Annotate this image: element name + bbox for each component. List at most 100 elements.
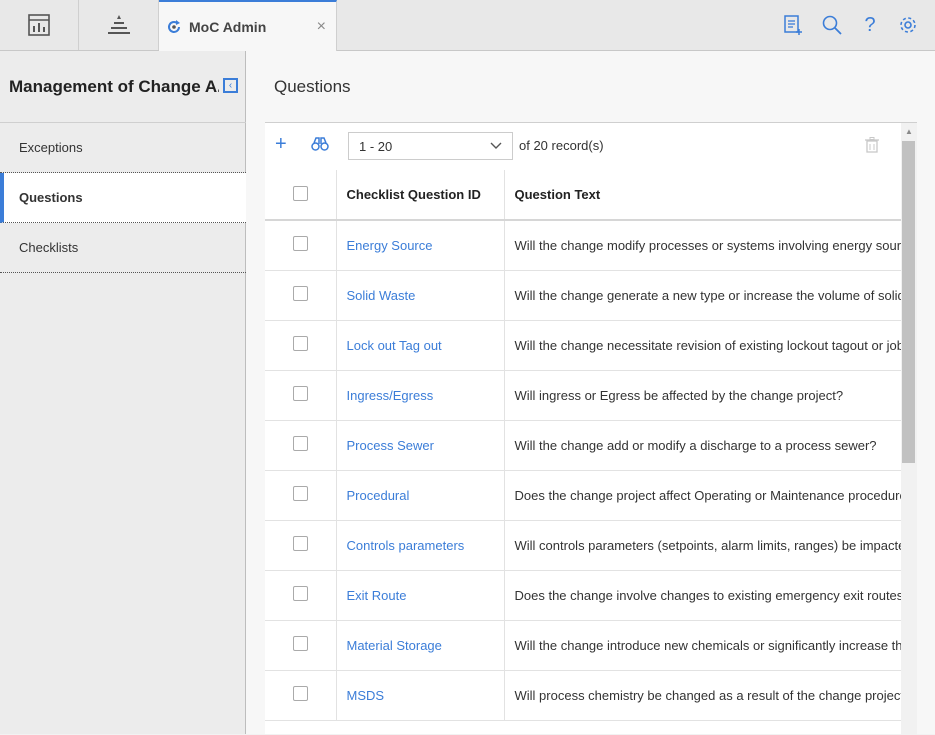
close-icon[interactable]: × <box>317 18 326 36</box>
questions-table: Checklist Question ID Question Text Ener… <box>265 170 901 721</box>
row-checkbox[interactable] <box>292 536 308 551</box>
refresh-icon <box>168 19 180 33</box>
question-id-link[interactable]: Process Sewer <box>347 438 434 453</box>
select-all-checkbox[interactable] <box>292 185 308 201</box>
question-text-cell: Will the change modify processes or syst… <box>504 220 901 271</box>
question-id-link[interactable]: Solid Waste <box>347 288 416 303</box>
table-row[interactable]: Exit Route Does the change involve change… <box>265 570 901 621</box>
table-row[interactable]: Controls parameters Will controls paramet… <box>265 520 901 571</box>
question-text-cell: Does the change project affect Operating… <box>504 470 901 521</box>
tab-moc-admin[interactable]: MoC Admin × <box>159 0 337 51</box>
row-select-cell <box>265 270 337 321</box>
vertical-scrollbar[interactable]: ▲ <box>901 123 917 735</box>
table-header-row: Checklist Question ID Question Text <box>265 170 901 221</box>
global-toolbar: ? <box>783 14 919 36</box>
select-all-cell <box>265 170 337 221</box>
column-header-question-id[interactable]: Checklist Question ID <box>336 170 505 221</box>
question-id-cell: Process Sewer <box>336 420 505 471</box>
nav-item-exceptions[interactable]: Exceptions <box>0 123 246 173</box>
dashboard-icon <box>28 14 50 36</box>
binoculars-icon[interactable] <box>311 136 329 152</box>
question-id-link[interactable]: Ingress/Egress <box>347 388 434 403</box>
trash-icon[interactable] <box>865 137 879 153</box>
question-text-cell: Will the change generate a new type or i… <box>504 270 901 321</box>
search-icon[interactable] <box>821 14 843 36</box>
main-content: Questions + 1 - 20 of 20 record(s) Check… <box>246 51 935 735</box>
nav-item-checklists[interactable]: Checklists <box>0 223 246 273</box>
hierarchy-button[interactable] <box>79 0 159 50</box>
column-header-question-text[interactable]: Question Text <box>504 170 901 221</box>
row-checkbox[interactable] <box>292 336 308 351</box>
question-text-cell: Will ingress or Egress be affected by th… <box>504 370 901 421</box>
question-id-cell: Energy Source <box>336 220 505 271</box>
question-id-link[interactable]: Exit Route <box>347 588 407 603</box>
row-select-cell <box>265 620 337 671</box>
question-id-cell: Exit Route <box>336 570 505 621</box>
question-id-cell: Lock out Tag out <box>336 320 505 371</box>
question-id-link[interactable]: MSDS <box>347 688 385 703</box>
table-row[interactable]: MSDS Will process chemistry be changed as… <box>265 670 901 721</box>
page-range-select[interactable]: 1 - 20 <box>348 132 513 160</box>
row-checkbox[interactable] <box>292 586 308 601</box>
row-select-cell <box>265 370 337 421</box>
question-text-cell: Does the change involve changes to exist… <box>504 570 901 621</box>
row-checkbox[interactable] <box>292 686 308 701</box>
row-checkbox[interactable] <box>292 486 308 501</box>
row-select-cell <box>265 520 337 571</box>
table-row[interactable]: Energy Source Will the change modify proc… <box>265 220 901 271</box>
table-row[interactable]: Ingress/Egress Will ingress or Egress be … <box>265 370 901 421</box>
question-id-link[interactable]: Energy Source <box>347 238 433 253</box>
question-id-link[interactable]: Controls parameters <box>347 538 465 553</box>
row-checkbox[interactable] <box>292 236 308 252</box>
left-panel: Management of Change A... ‹ Exceptions Q… <box>0 51 246 734</box>
question-id-cell: MSDS <box>336 670 505 721</box>
row-checkbox[interactable] <box>292 286 308 301</box>
top-bar: MoC Admin × ? <box>0 0 935 51</box>
question-id-cell: Controls parameters <box>336 520 505 571</box>
row-checkbox[interactable] <box>292 436 308 451</box>
row-checkbox[interactable] <box>292 636 308 651</box>
question-id-cell: Solid Waste <box>336 270 505 321</box>
table-row[interactable]: Lock out Tag out Will the change necessit… <box>265 320 901 371</box>
dashboard-button[interactable] <box>0 0 79 50</box>
question-id-link[interactable]: Procedural <box>347 488 410 503</box>
question-text-cell: Will controls parameters (setpoints, ala… <box>504 520 901 571</box>
notes-add-icon[interactable] <box>783 14 803 36</box>
question-id-link[interactable]: Material Storage <box>347 638 442 653</box>
chevron-down-icon <box>490 142 502 149</box>
questions-grid-panel: + 1 - 20 of 20 record(s) Checklist Quest… <box>265 122 917 735</box>
collapse-panel-icon[interactable]: ‹ <box>223 78 238 93</box>
question-text-cell: Will the change introduce new chemicals … <box>504 620 901 671</box>
question-id-cell: Material Storage <box>336 620 505 671</box>
question-id-cell: Ingress/Egress <box>336 370 505 421</box>
record-count: of 20 record(s) <box>519 138 604 153</box>
add-icon[interactable]: + <box>275 134 287 154</box>
question-id-cell: Procedural <box>336 470 505 521</box>
page-title: Questions <box>274 77 351 96</box>
table-row[interactable]: Material Storage Will the change introduc… <box>265 620 901 671</box>
table-row[interactable]: Process Sewer Will the change add or modi… <box>265 420 901 471</box>
tab-label: MoC Admin <box>189 18 267 35</box>
row-select-cell <box>265 570 337 621</box>
question-text-cell: Will the change add or modify a discharg… <box>504 420 901 471</box>
nav-item-questions[interactable]: Questions <box>0 173 246 223</box>
question-text-cell: Will the change necessitate revision of … <box>504 320 901 371</box>
row-select-cell <box>265 420 337 471</box>
question-text-cell: Will process chemistry be changed as a r… <box>504 670 901 721</box>
grid-toolbar: + 1 - 20 of 20 record(s) <box>265 123 901 170</box>
panel-title: Management of Change A... <box>9 77 219 96</box>
page-range-value: 1 - 20 <box>359 139 393 154</box>
gear-icon[interactable] <box>897 14 919 36</box>
row-select-cell <box>265 470 337 521</box>
row-checkbox[interactable] <box>292 386 308 401</box>
scroll-thumb[interactable] <box>902 141 915 463</box>
question-id-link[interactable]: Lock out Tag out <box>347 338 442 353</box>
hierarchy-icon <box>107 15 130 34</box>
row-select-cell <box>265 670 337 721</box>
row-select-cell <box>265 320 337 371</box>
scroll-up-arrow[interactable]: ▲ <box>905 127 913 136</box>
table-row[interactable]: Solid Waste Will the change generate a ne… <box>265 270 901 321</box>
table-row[interactable]: Procedural Does the change project affect… <box>265 470 901 521</box>
help-icon[interactable]: ? <box>861 14 879 36</box>
row-select-cell <box>265 220 337 271</box>
